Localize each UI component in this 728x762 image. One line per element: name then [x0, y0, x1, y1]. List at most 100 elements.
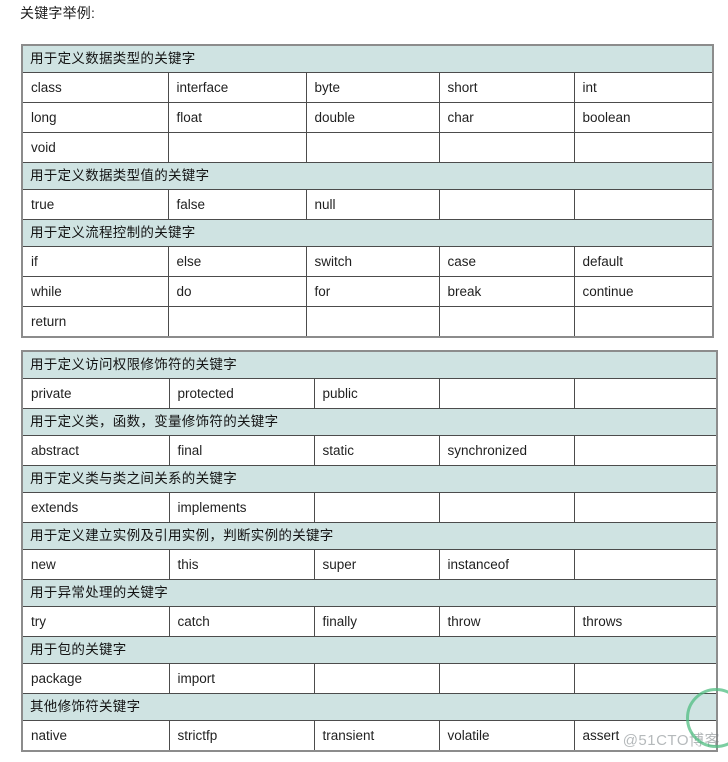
- keyword-row: native strictfp transient volatile assert: [21, 720, 718, 752]
- keyword-cell: super: [313, 549, 440, 580]
- keyword-cell: strictfp: [168, 720, 315, 752]
- keyword-cell: long: [21, 102, 169, 133]
- keyword-section-header-row: 用于定义建立实例及引用实例，判断实例的关键字: [21, 522, 718, 550]
- keyword-cell: char: [438, 102, 575, 133]
- keyword-row: class interface byte short int: [21, 72, 714, 103]
- keyword-cell: if: [21, 246, 169, 277]
- keyword-cell: extends: [21, 492, 170, 523]
- keyword-cell: assert: [573, 720, 718, 752]
- keyword-cell: void: [21, 132, 169, 163]
- keyword-section-heading: 用于定义数据类型值的关键字: [21, 162, 714, 190]
- keyword-section-heading: 用于定义类与类之间关系的关键字: [21, 465, 718, 493]
- keyword-section-header-row: 用于定义类，函数，变量修饰符的关键字: [21, 408, 718, 436]
- keyword-cell: double: [305, 102, 440, 133]
- keyword-row: extends implements: [21, 492, 718, 523]
- keyword-cell-empty: [573, 189, 714, 220]
- keyword-cell: do: [167, 276, 307, 307]
- keyword-cell-empty: [438, 663, 575, 694]
- keyword-row: if else switch case default: [21, 246, 714, 277]
- keyword-row: true false null: [21, 189, 714, 220]
- keyword-cell: throw: [438, 606, 575, 637]
- keyword-row: private protected public: [21, 378, 718, 409]
- keyword-section-heading: 用于定义访问权限修饰符的关键字: [21, 350, 718, 379]
- keyword-cell: class: [21, 72, 169, 103]
- keyword-section-header-row: 用于定义数据类型的关键字: [21, 44, 714, 73]
- keyword-cell-empty: [573, 492, 718, 523]
- keyword-cell: return: [21, 306, 169, 338]
- keyword-cell: new: [21, 549, 170, 580]
- keyword-cell-empty: [167, 306, 307, 338]
- keyword-cell-empty: [438, 306, 575, 338]
- keyword-row: void: [21, 132, 714, 163]
- keyword-cell: for: [305, 276, 440, 307]
- keyword-cell-empty: [313, 663, 440, 694]
- keyword-cell: protected: [168, 378, 315, 409]
- keyword-table-body: 用于定义数据类型的关键字 class interface byte short int lo…: [21, 44, 714, 338]
- keyword-cell-empty: [305, 306, 440, 338]
- keyword-cell-empty: [573, 132, 714, 163]
- keyword-cell: else: [167, 246, 307, 277]
- keyword-section-header-row: 用于定义类与类之间关系的关键字: [21, 465, 718, 493]
- keyword-cell: finally: [313, 606, 440, 637]
- keyword-cell: short: [438, 72, 575, 103]
- keyword-cell: import: [168, 663, 315, 694]
- keyword-section-heading: 用于定义类，函数，变量修饰符的关键字: [21, 408, 718, 436]
- keyword-cell: false: [167, 189, 307, 220]
- keyword-table-body: 用于定义访问权限修饰符的关键字 private protected public 用于…: [21, 350, 718, 752]
- keyword-cell: interface: [167, 72, 307, 103]
- keyword-section-header-row: 用于定义访问权限修饰符的关键字: [21, 350, 718, 379]
- keyword-row: new this super instanceof: [21, 549, 718, 580]
- keyword-cell: catch: [168, 606, 315, 637]
- keyword-cell: byte: [305, 72, 440, 103]
- keyword-cell: native: [21, 720, 170, 752]
- keyword-cell: implements: [168, 492, 315, 523]
- keyword-cell-empty: [438, 492, 575, 523]
- keyword-section-header-row: 其他修饰符关键字: [21, 693, 718, 721]
- keyword-row: long float double char boolean: [21, 102, 714, 133]
- keyword-cell: continue: [573, 276, 714, 307]
- keyword-cell: synchronized: [438, 435, 575, 466]
- keyword-row: package import: [21, 663, 718, 694]
- page-title: 关键字举例:: [20, 5, 96, 21]
- keyword-cell-empty: [573, 435, 718, 466]
- keyword-cell: throws: [573, 606, 718, 637]
- keyword-cell: volatile: [438, 720, 575, 752]
- keyword-cell: final: [168, 435, 315, 466]
- keyword-cell: null: [305, 189, 440, 220]
- keyword-cell-empty: [573, 378, 718, 409]
- keyword-cell: float: [167, 102, 307, 133]
- keyword-row: return: [21, 306, 714, 338]
- keyword-section-heading: 用于异常处理的关键字: [21, 579, 718, 607]
- keyword-cell: this: [168, 549, 315, 580]
- keyword-cell: boolean: [573, 102, 714, 133]
- keyword-cell: abstract: [21, 435, 170, 466]
- keyword-table-basic: 用于定义数据类型的关键字 class interface byte short int lo…: [21, 44, 714, 338]
- keyword-cell-empty: [438, 189, 575, 220]
- keyword-cell: private: [21, 378, 170, 409]
- keyword-cell-empty: [438, 378, 575, 409]
- keyword-cell: break: [438, 276, 575, 307]
- keyword-section-header-row: 用于包的关键字: [21, 636, 718, 664]
- keyword-section-header-row: 用于定义流程控制的关键字: [21, 219, 714, 247]
- keyword-cell: try: [21, 606, 170, 637]
- keyword-cell-empty: [573, 663, 718, 694]
- keyword-cell-empty: [573, 549, 718, 580]
- keyword-section-heading: 用于包的关键字: [21, 636, 718, 664]
- keyword-cell: case: [438, 246, 575, 277]
- keyword-cell: static: [313, 435, 440, 466]
- keyword-cell: true: [21, 189, 169, 220]
- document-page: 关键字举例: 用于定义数据类型的关键字 class interface byte sho…: [0, 0, 728, 762]
- keyword-cell: int: [573, 72, 714, 103]
- keyword-row: while do for break continue: [21, 276, 714, 307]
- keyword-section-heading: 用于定义数据类型的关键字: [21, 44, 714, 73]
- keyword-cell: instanceof: [438, 549, 575, 580]
- keyword-row: try catch finally throw throws: [21, 606, 718, 637]
- keyword-section-heading: 用于定义建立实例及引用实例，判断实例的关键字: [21, 522, 718, 550]
- keyword-row: abstract final static synchronized: [21, 435, 718, 466]
- keyword-cell-empty: [573, 306, 714, 338]
- keyword-section-header-row: 用于异常处理的关键字: [21, 579, 718, 607]
- keyword-section-heading: 其他修饰符关键字: [21, 693, 718, 721]
- keyword-cell: while: [21, 276, 169, 307]
- keyword-cell: default: [573, 246, 714, 277]
- keyword-cell: switch: [305, 246, 440, 277]
